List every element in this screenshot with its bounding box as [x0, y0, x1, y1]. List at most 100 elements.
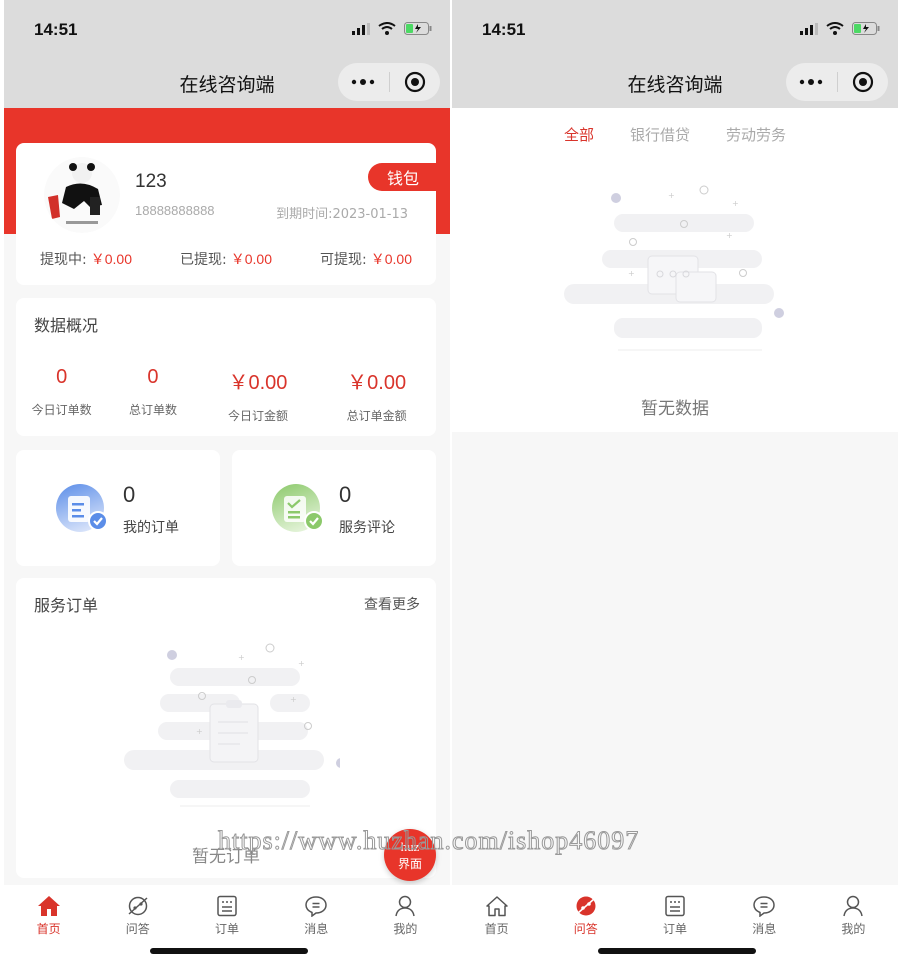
withdraw-amount: ￥0.00	[90, 251, 132, 267]
empty-orders-illustration: + + + +	[124, 643, 340, 807]
tab-label: 订单	[663, 922, 688, 936]
qa-tab-all[interactable]: 全部	[564, 124, 594, 145]
wifi-icon	[826, 22, 844, 35]
tab-label: 首页	[484, 922, 509, 936]
view-more-link[interactable]: 查看更多	[364, 594, 420, 614]
profile-card: 123 18888888888 到期时间:2023-01-13 钱包 提现中: ￥…	[16, 143, 438, 285]
tab-profile[interactable]: 我的	[361, 885, 450, 969]
tab-messages[interactable]: 消息	[720, 885, 809, 969]
service-orders-title: 服务订单	[34, 596, 99, 615]
more-button[interactable]	[338, 63, 389, 101]
qa-planet-icon	[576, 896, 596, 916]
withdraw-available: 可提现: ￥0.00	[320, 249, 412, 269]
qa-planet-icon	[128, 896, 148, 916]
status-time: 14:51	[34, 20, 78, 39]
signal-icon	[800, 22, 818, 35]
more-dots-icon	[800, 79, 823, 85]
tab-orders[interactable]: 订单	[630, 885, 719, 969]
stat-total-amount: ￥0.00 总订单金额	[317, 366, 436, 424]
tab-label: 问答	[573, 922, 598, 936]
home-icon	[485, 896, 508, 917]
withdraw-amount: ￥0.00	[230, 251, 272, 267]
stat-value: 0	[147, 366, 159, 388]
withdraw-pending: 提现中: ￥0.00	[40, 249, 132, 269]
user-name: 123	[135, 171, 167, 192]
withdraw-label: 已提现:	[180, 252, 227, 268]
wifi-icon	[378, 22, 396, 35]
qa-tab-bank-loan[interactable]: 银行借贷	[630, 124, 690, 145]
stat-today-amount: ￥0.00 今日订金额	[199, 366, 318, 424]
status-icons	[800, 22, 880, 35]
withdraw-summary: 提现中: ￥0.00 已提现: ￥0.00 可提现: ￥0.00	[16, 249, 436, 269]
target-circle-icon	[404, 71, 425, 93]
battery-icon	[852, 22, 880, 35]
stat-label: 总订单金额	[346, 409, 407, 423]
tab-label: 消息	[752, 922, 777, 936]
service-review-icon	[272, 484, 324, 532]
profile-person-icon	[843, 895, 864, 917]
withdraw-done: 已提现: ￥0.00	[180, 249, 272, 269]
panda-avatar-icon	[44, 157, 120, 233]
service-review-count: 0	[339, 482, 352, 507]
tab-home[interactable]: 首页	[452, 885, 541, 969]
my-orders-count: 0	[123, 482, 136, 507]
svg-text:+: +	[238, 653, 245, 662]
status-icons	[352, 22, 432, 35]
stat-label: 今日订单数	[31, 403, 92, 417]
signal-icon	[352, 22, 370, 35]
expire-date: 到期时间:2023-01-13	[276, 207, 408, 222]
bottom-tab-bar: 首页 问答 订单 消息 我的	[4, 885, 450, 969]
status-time: 14:51	[482, 20, 526, 39]
more-button[interactable]	[786, 63, 837, 101]
user-phone: 18888888888	[135, 203, 215, 218]
stat-total-orders: 0 总订单数	[107, 366, 198, 424]
svg-text:+: +	[726, 231, 733, 240]
tab-messages[interactable]: 消息	[272, 885, 361, 969]
tab-label: 订单	[215, 922, 240, 936]
more-dots-icon	[352, 79, 375, 85]
mini-program-capsule	[786, 63, 888, 101]
order-list-icon	[665, 895, 685, 917]
profile-person-icon	[395, 895, 416, 917]
service-review-card[interactable]: 0 服务评论	[232, 450, 436, 566]
tab-label: 我的	[393, 922, 418, 936]
tab-label: 首页	[36, 922, 61, 936]
stat-value: 0	[56, 366, 68, 388]
withdraw-amount: ￥0.00	[370, 251, 412, 267]
stat-label: 总订单数	[128, 403, 177, 417]
service-review-label: 服务评论	[339, 520, 395, 536]
fab-line2: 界面	[397, 856, 422, 871]
order-list-icon	[217, 895, 237, 917]
mini-program-capsule	[338, 63, 440, 101]
wallet-button[interactable]: 钱包	[368, 163, 438, 191]
withdraw-label: 可提现:	[320, 252, 367, 268]
home-indicator	[598, 948, 756, 954]
qa-category-tabs: 全部 银行借贷 劳动劳务	[452, 124, 898, 145]
close-miniprogram-button[interactable]	[389, 63, 440, 101]
my-orders-card[interactable]: 0 我的订单	[16, 450, 220, 566]
data-overview-card: 数据概况 0 今日订单数 0 总订单数 ￥0.00 今日订金额 ￥0.00 总订单金额	[16, 298, 436, 436]
watermark-text: https://www.huzhan.com/ishop46097	[217, 826, 640, 856]
empty-data-illustration: + + + +	[564, 185, 784, 351]
message-bubble-icon	[753, 896, 775, 917]
tab-home[interactable]: 首页	[4, 885, 93, 969]
battery-icon	[404, 22, 432, 35]
avatar[interactable]	[44, 157, 120, 233]
close-miniprogram-button[interactable]	[837, 63, 888, 101]
home-indicator	[150, 948, 308, 954]
tab-label: 消息	[304, 922, 329, 936]
tab-orders[interactable]: 订单	[182, 885, 271, 969]
tab-qa[interactable]: 问答	[93, 885, 182, 969]
svg-text:+: +	[668, 191, 675, 200]
home-icon	[37, 896, 60, 916]
bottom-tab-bar: 首页 问答 订单 消息 我的	[452, 885, 898, 969]
empty-data-text: 暂无数据	[641, 399, 709, 419]
tab-profile[interactable]: 我的	[809, 885, 898, 969]
top-bar: 14:51 在线咨询端	[4, 0, 450, 108]
qa-tab-labor[interactable]: 劳动劳务	[726, 124, 786, 145]
svg-text:+: +	[290, 695, 297, 704]
svg-text:+: +	[732, 199, 739, 208]
tab-qa[interactable]: 问答	[541, 885, 630, 969]
qa-screen: 14:51 在线咨询端 全部 银行借贷 劳动劳务 + + + + 暂无数据 首页…	[452, 0, 898, 969]
my-orders-label: 我的订单	[123, 520, 179, 536]
